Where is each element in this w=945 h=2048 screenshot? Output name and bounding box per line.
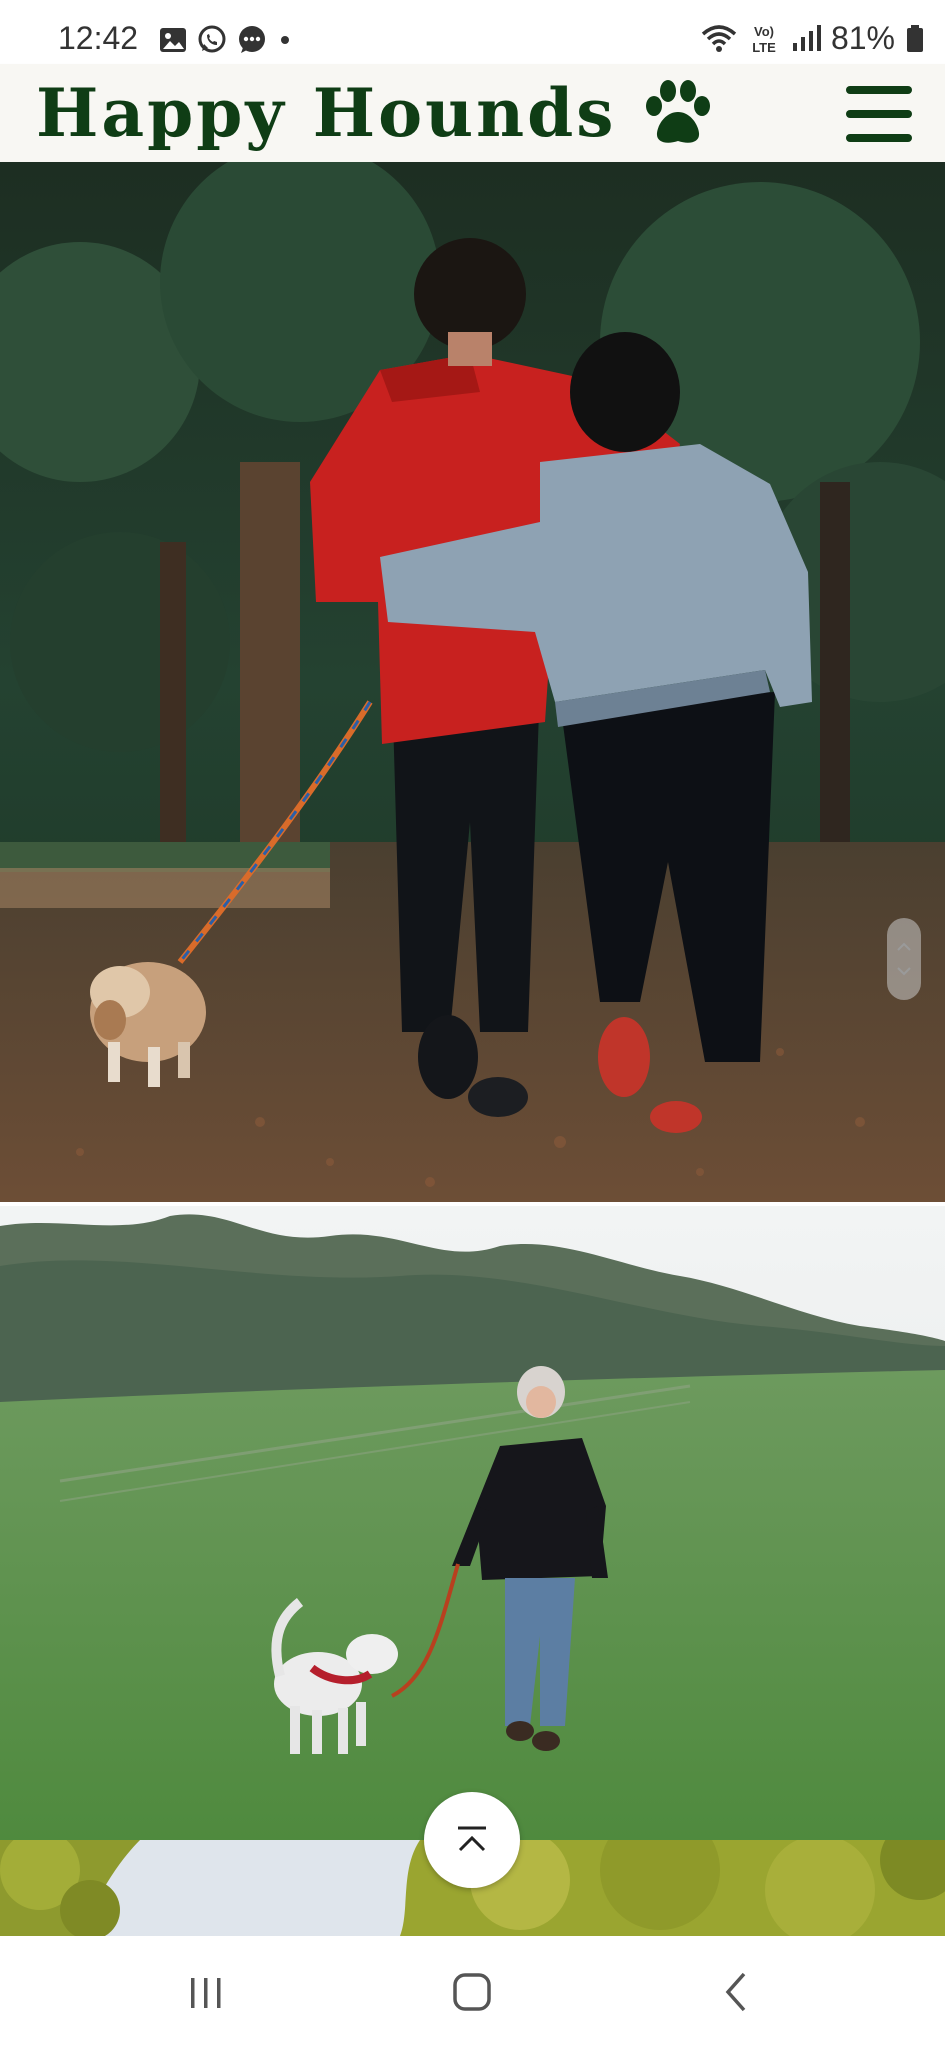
gallery-icon — [160, 28, 186, 52]
scroll-thumb[interactable] — [887, 918, 921, 1000]
messages-icon — [239, 26, 265, 53]
back-button[interactable] — [676, 1936, 796, 2048]
photo-woman-walking-dog — [0, 1206, 945, 1840]
wifi-icon — [701, 24, 737, 52]
status-bar: 12:42 Vo) LTE 81% — [0, 0, 945, 64]
volte-top-text: Vo) — [754, 24, 774, 39]
recents-icon — [191, 1978, 221, 2008]
volte-bottom-text: LTE — [752, 40, 776, 55]
home-icon — [453, 1973, 491, 2011]
hamburger-menu-icon[interactable] — [846, 86, 912, 142]
notification-dot-icon — [281, 36, 289, 44]
system-nav-bar — [0, 1936, 945, 2048]
status-time: 12:42 — [58, 20, 139, 56]
signal-icon — [792, 24, 821, 51]
back-icon — [725, 1972, 746, 2012]
site-title[interactable]: Happy Hounds — [36, 74, 616, 152]
home-button[interactable] — [412, 1936, 532, 2048]
battery-icon — [907, 24, 923, 52]
chevron-up-icon — [458, 1826, 486, 1852]
site-header: Happy Hounds — [0, 64, 945, 162]
photo-couple-walking-dog — [0, 162, 945, 1202]
notification-icons — [158, 24, 294, 56]
system-icons: Vo) LTE 81% — [701, 20, 925, 57]
whatsapp-icon — [198, 25, 226, 53]
paw-icon — [646, 80, 711, 143]
battery-percent: 81% — [830, 20, 895, 56]
back-to-top-button[interactable] — [424, 1792, 520, 1888]
brand-logo[interactable]: Happy Hounds — [36, 74, 716, 152]
volte-icon: Vo) LTE — [752, 24, 776, 55]
recents-button[interactable] — [146, 1936, 266, 2048]
